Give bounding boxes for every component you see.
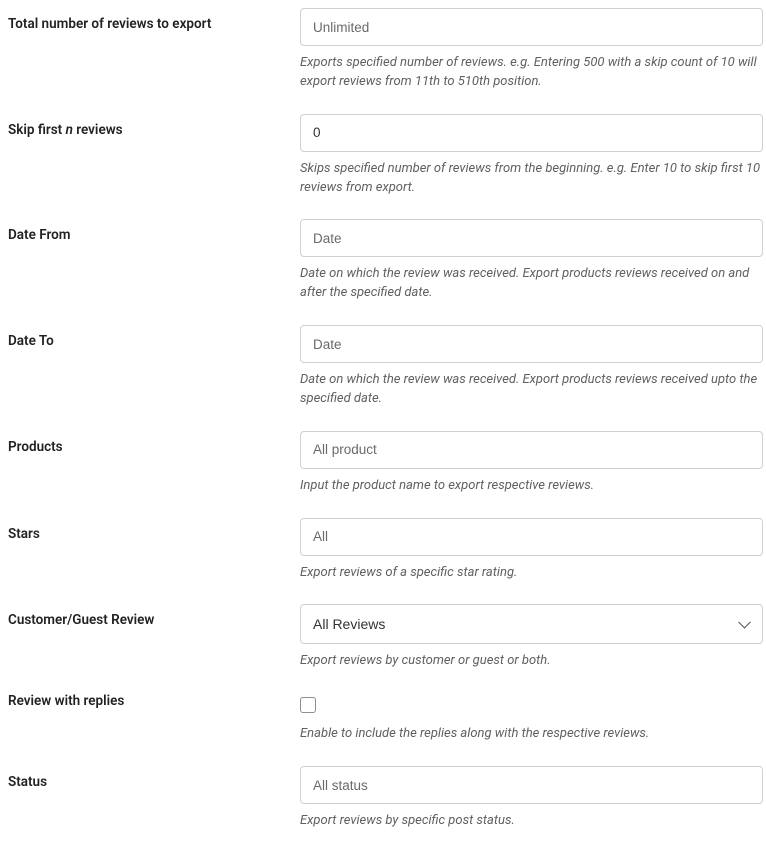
label-skip: Skip first n reviews: [8, 114, 300, 138]
label-customer-guest: Customer/Guest Review: [8, 604, 300, 628]
control-wrap: All Reviews Export reviews by customer o…: [300, 604, 763, 671]
label-status: Status: [8, 766, 300, 790]
field-row-date-to: Date To Date on which the review was rec…: [8, 325, 763, 409]
control-wrap: Export reviews of a specific star rating…: [300, 518, 763, 583]
label-replies: Review with replies: [8, 693, 300, 709]
help-date-from: Date on which the review was received. E…: [300, 265, 763, 303]
input-status[interactable]: [300, 766, 763, 804]
field-row-date-from: Date From Date on which the review was r…: [8, 219, 763, 303]
checkbox-replies[interactable]: [300, 697, 316, 713]
input-stars[interactable]: [300, 518, 763, 556]
input-total-reviews[interactable]: [300, 8, 763, 46]
field-row-skip: Skip first n reviews Skips specified num…: [8, 114, 763, 198]
export-settings-form: Total number of reviews to export Export…: [8, 8, 763, 831]
field-row-customer-guest: Customer/Guest Review All Reviews Export…: [8, 604, 763, 671]
control-wrap: Export reviews by specific post status.: [300, 766, 763, 831]
field-row-status: Status Export reviews by specific post s…: [8, 766, 763, 831]
help-customer-guest: Export reviews by customer or guest or b…: [300, 652, 763, 671]
label-skip-em: n: [66, 122, 73, 138]
help-products: Input the product name to export respect…: [300, 477, 763, 496]
control-wrap: Date on which the review was received. E…: [300, 325, 763, 409]
label-total-reviews: Total number of reviews to export: [8, 8, 300, 32]
help-date-to: Date on which the review was received. E…: [300, 371, 763, 409]
label-skip-pre: Skip first: [8, 122, 66, 138]
control-wrap: Input the product name to export respect…: [300, 431, 763, 496]
control-wrap: Skips specified number of reviews from t…: [300, 114, 763, 198]
help-total-reviews: Exports specified number of reviews. e.g…: [300, 54, 763, 92]
help-skip: Skips specified number of reviews from t…: [300, 160, 763, 198]
label-stars: Stars: [8, 518, 300, 542]
field-row-products: Products Input the product name to expor…: [8, 431, 763, 496]
input-skip[interactable]: [300, 114, 763, 152]
label-date-to: Date To: [8, 325, 300, 349]
control-wrap: Exports specified number of reviews. e.g…: [300, 8, 763, 92]
label-skip-post: reviews: [73, 122, 123, 138]
field-row-replies: Review with replies Enable to include th…: [8, 693, 763, 744]
field-row-stars: Stars Export reviews of a specific star …: [8, 518, 763, 583]
input-products[interactable]: [300, 431, 763, 469]
input-date-from[interactable]: [300, 219, 763, 257]
select-wrap: All Reviews: [300, 604, 763, 644]
label-date-from: Date From: [8, 219, 300, 243]
input-date-to[interactable]: [300, 325, 763, 363]
field-row-total-reviews: Total number of reviews to export Export…: [8, 8, 763, 92]
control-wrap: Date on which the review was received. E…: [300, 219, 763, 303]
select-customer-guest[interactable]: All Reviews: [300, 604, 763, 644]
control-wrap: Enable to include the replies along with…: [300, 693, 763, 744]
help-status: Export reviews by specific post status.: [300, 812, 763, 831]
help-replies: Enable to include the replies along with…: [300, 725, 763, 744]
label-products: Products: [8, 431, 300, 455]
help-stars: Export reviews of a specific star rating…: [300, 564, 763, 583]
